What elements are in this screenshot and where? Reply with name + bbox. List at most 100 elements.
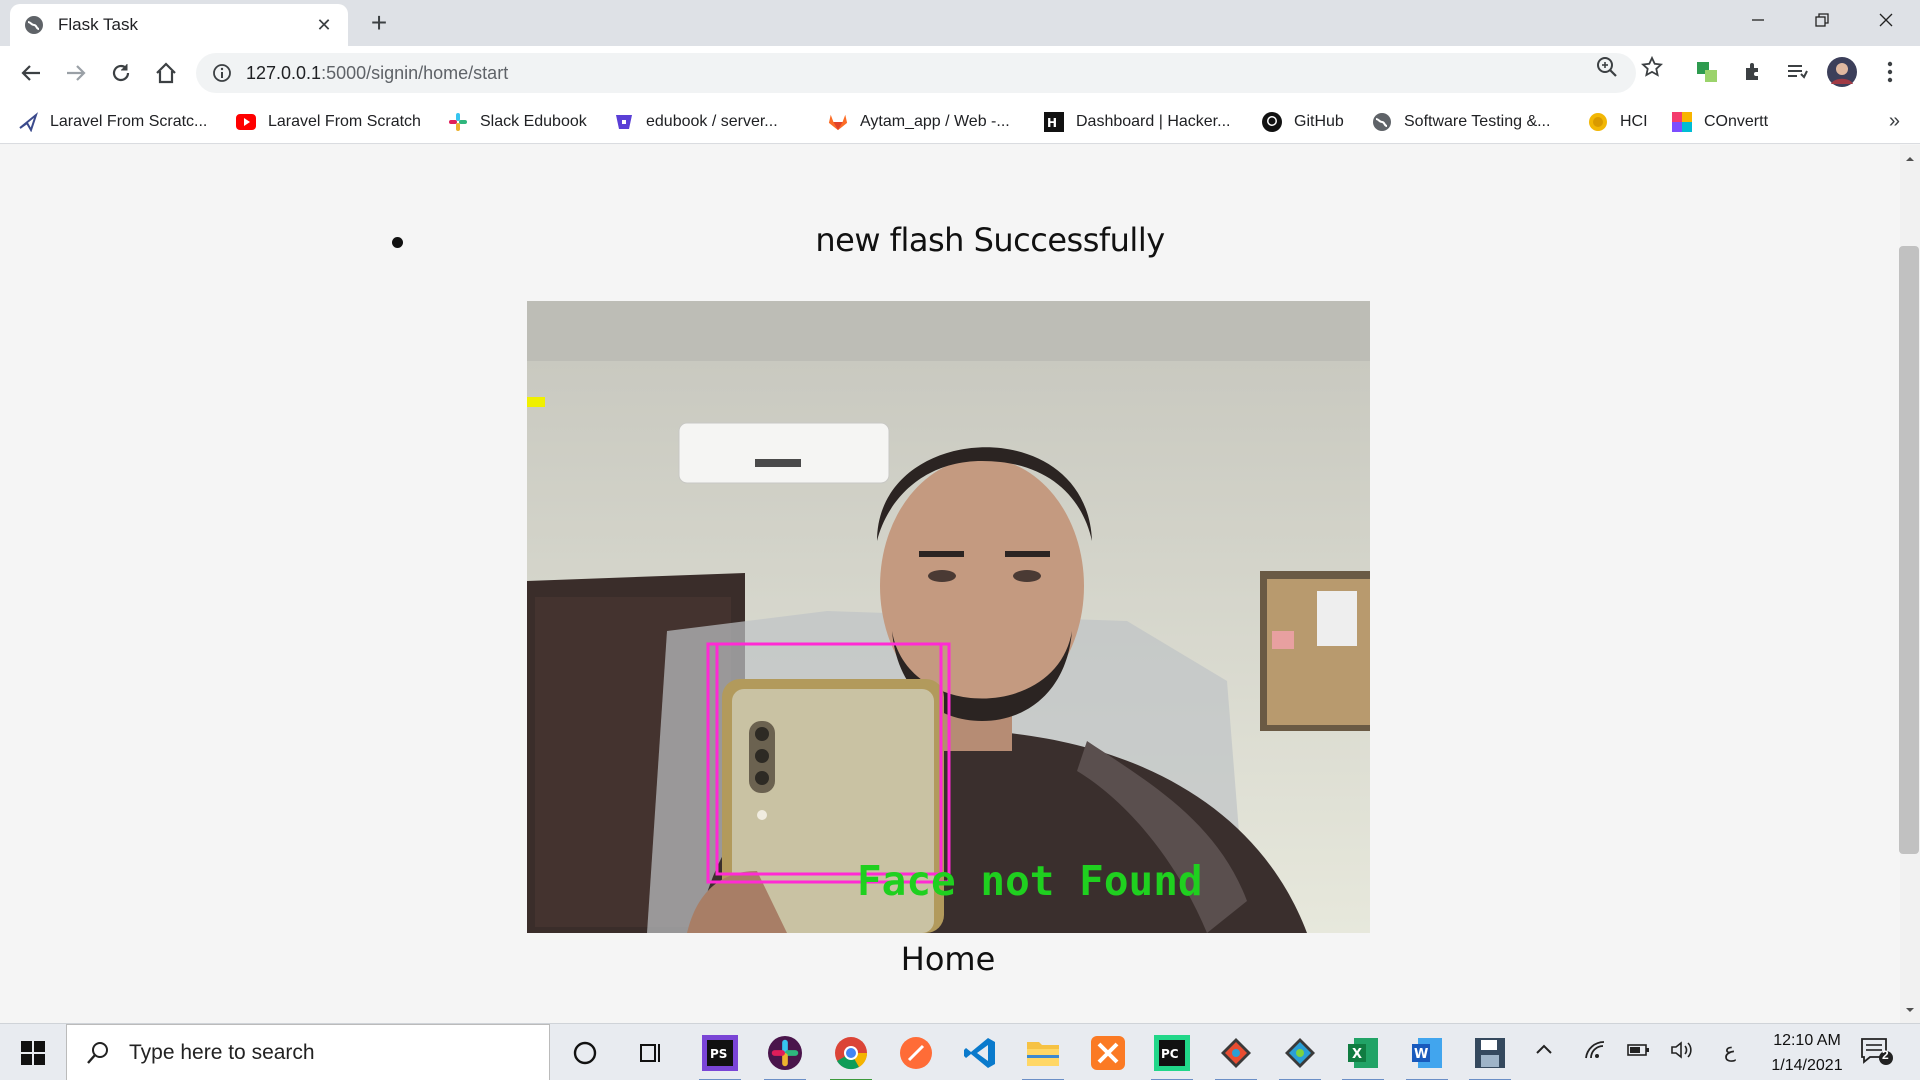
bookmark-label: HCI <box>1620 113 1648 130</box>
taskbar-app-vscode[interactable] <box>957 1030 1003 1076</box>
git-diamond-icon <box>1221 1038 1251 1068</box>
task-view-icon <box>640 1044 660 1062</box>
bookmark-item[interactable]: Software Testing &... <box>1372 108 1550 136</box>
bookmark-label: Laravel From Scratc... <box>50 113 208 130</box>
restore-button[interactable] <box>1790 0 1854 40</box>
taskbar-app-slack[interactable] <box>762 1030 808 1080</box>
puzzle-icon <box>1746 63 1758 80</box>
taskbar-clock[interactable]: 12:10 AM 1/14/2021 <box>1752 1028 1862 1078</box>
taskbar-app-word[interactable]: W <box>1404 1030 1450 1080</box>
browser-tab[interactable]: Flask Task ✕ <box>10 4 348 46</box>
excel-icon: X <box>1348 1038 1378 1068</box>
bookmark-item[interactable]: GitHub <box>1262 108 1344 136</box>
bookmark-item[interactable]: edubook / server... <box>614 108 778 136</box>
bookmark-item[interactable]: Laravel From Scratc... <box>18 108 207 136</box>
profile-avatar[interactable] <box>1827 57 1857 87</box>
chrome-menu-button[interactable] <box>1875 57 1905 87</box>
taskbar-search-box[interactable]: Type here to search <box>66 1024 550 1080</box>
search-icon <box>87 1041 108 1064</box>
bookmark-item[interactable]: HCI <box>1588 108 1648 136</box>
laravel-icon <box>18 112 38 132</box>
svg-text:PC: PC <box>1161 1047 1179 1061</box>
svg-text:H: H <box>1047 116 1057 130</box>
tab-title: Flask Task <box>58 15 138 34</box>
info-icon[interactable] <box>212 63 232 83</box>
bookmark-label: GitHub <box>1294 113 1344 130</box>
video-feed: Face not Found <box>527 301 1370 933</box>
input-language-indicator[interactable]: ع <box>1724 1038 1736 1063</box>
bookmark-label: COnvertt <box>1704 113 1769 130</box>
bookmark-item[interactable]: Laravel From Scratch <box>236 108 421 136</box>
scroll-down-arrow-icon[interactable] <box>1903 1003 1917 1017</box>
start-button[interactable] <box>0 1024 66 1080</box>
bitbucket-icon <box>614 112 634 132</box>
taskbar-app-pycharm[interactable]: PC <box>1149 1030 1195 1080</box>
taskbar-app-postman[interactable] <box>893 1030 939 1076</box>
windows-taskbar: Type here to search PS PC X W ع 12:10 AM… <box>0 1023 1920 1080</box>
chrome-icon <box>835 1037 868 1070</box>
slack-icon <box>448 112 468 132</box>
svg-text:W: W <box>1414 1047 1428 1062</box>
taskbar-app-phpstorm[interactable]: PS <box>697 1030 743 1080</box>
taskbar-app-excel[interactable]: X <box>1340 1030 1386 1080</box>
coin-icon <box>1588 112 1608 132</box>
taskbar-app-git-bash[interactable] <box>1277 1030 1323 1080</box>
close-window-button[interactable] <box>1854 0 1918 40</box>
wifi-icon[interactable] <box>1584 1040 1606 1065</box>
bookmarks-more-button[interactable]: » <box>1889 110 1900 133</box>
camera-frame-image <box>527 301 1370 933</box>
globe-icon <box>25 16 43 34</box>
scroll-up-arrow-icon[interactable] <box>1903 152 1917 166</box>
bookmark-star-icon[interactable] <box>1641 56 1663 78</box>
volume-icon[interactable] <box>1670 1040 1694 1065</box>
hackerrank-icon: H <box>1044 112 1064 132</box>
minimize-button[interactable] <box>1726 0 1790 40</box>
home-button[interactable] <box>151 58 181 88</box>
bookmark-item[interactable]: Aytam_app / Web -... <box>828 108 1010 136</box>
reading-list-button[interactable] <box>1782 57 1812 87</box>
bookmark-item[interactable]: COnvertt <box>1672 108 1768 136</box>
task-view-button[interactable] <box>628 1030 674 1076</box>
scrollbar-thumb[interactable] <box>1899 246 1919 854</box>
taskbar-app-xampp[interactable] <box>1085 1030 1131 1076</box>
new-tab-button[interactable]: + <box>364 8 394 38</box>
notification-center-button[interactable]: 2 <box>1860 1036 1894 1071</box>
home-link[interactable]: Home <box>850 940 1046 978</box>
bookmark-label: Laravel From Scratch <box>268 113 421 130</box>
search-placeholder: Type here to search <box>129 1040 315 1064</box>
word-icon: W <box>1412 1038 1442 1068</box>
cortana-button[interactable] <box>562 1030 608 1076</box>
svg-text:X: X <box>1352 1047 1362 1062</box>
avatar-icon <box>1827 57 1857 87</box>
taskbar-app-snipping[interactable] <box>1467 1030 1513 1080</box>
git-diamond-icon <box>1285 1038 1315 1068</box>
address-bar[interactable]: 127.0.0.1:5000/signin/home/start <box>196 53 1636 93</box>
gitlab-icon <box>828 112 848 132</box>
arrow-right-icon <box>67 65 86 81</box>
extension-translate[interactable] <box>1692 57 1722 87</box>
forward-button[interactable] <box>61 58 91 88</box>
restore-icon <box>1815 13 1829 27</box>
taskbar-app-file-explorer[interactable] <box>1020 1030 1066 1080</box>
pycharm-icon: PC <box>1154 1035 1190 1071</box>
zoom-icon[interactable] <box>1596 56 1618 78</box>
bookmark-label: Dashboard | Hacker... <box>1076 113 1231 130</box>
slack-icon <box>768 1036 802 1070</box>
bookmark-item[interactable]: H Dashboard | Hacker... <box>1044 108 1230 136</box>
battery-icon[interactable] <box>1626 1040 1650 1063</box>
browser-titlebar: Flask Task ✕ + <box>0 0 1920 46</box>
bookmarks-bar: Laravel From Scratc... Laravel From Scra… <box>0 100 1920 144</box>
tray-show-hidden-icon[interactable] <box>1534 1040 1554 1061</box>
folder-icon <box>1027 1042 1059 1066</box>
taskbar-app-git-gui[interactable] <box>1213 1030 1259 1080</box>
bookmark-label: edubook / server... <box>646 113 778 130</box>
tab-close-icon[interactable]: ✕ <box>314 15 334 36</box>
reading-list-icon <box>1788 65 1808 79</box>
extensions-button[interactable] <box>1738 57 1768 87</box>
reload-button[interactable] <box>106 58 136 88</box>
bookmark-item[interactable]: Slack Edubook <box>448 108 587 136</box>
back-button[interactable] <box>16 58 46 88</box>
browser-toolbar: 127.0.0.1:5000/signin/home/start <box>0 46 1920 100</box>
taskbar-app-chrome[interactable] <box>828 1030 874 1080</box>
youtube-icon <box>236 112 256 132</box>
